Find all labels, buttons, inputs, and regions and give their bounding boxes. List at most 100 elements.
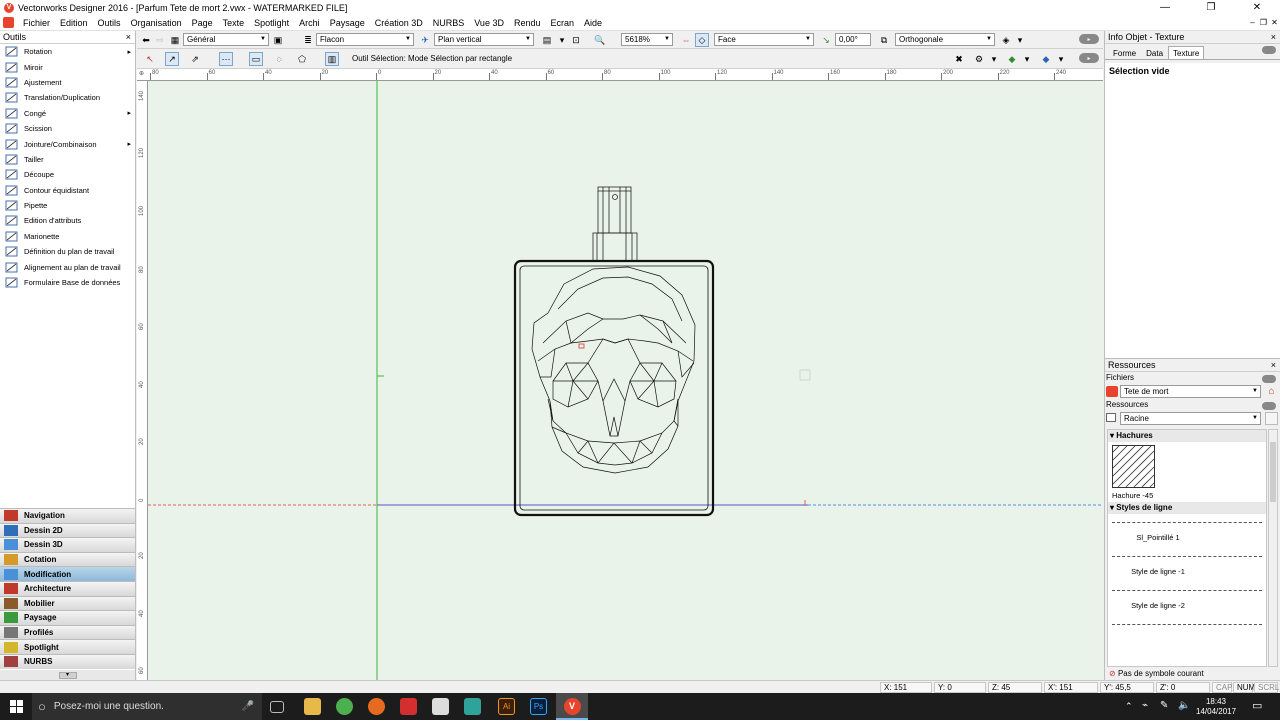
hatch-thumbnail[interactable]	[1111, 444, 1156, 489]
mode-collapse-toggle-icon[interactable]: ▸	[1079, 53, 1099, 63]
mdi-close-button[interactable]: ✕	[1269, 15, 1280, 31]
file-explorer-icon[interactable]	[304, 698, 321, 715]
menu-paysage[interactable]: Paysage	[325, 18, 370, 28]
menu-archi[interactable]: Archi	[294, 18, 325, 28]
menu-aide[interactable]: Aide	[579, 18, 607, 28]
layer-visibility-dropdown-icon[interactable]: ▾	[1054, 52, 1068, 66]
snap-mode-icon[interactable]: ⋯	[219, 52, 233, 66]
inkscape-icon[interactable]	[432, 698, 449, 715]
cortana-search[interactable]: ○ Posez-moi une question. 🎤	[32, 693, 262, 720]
maximize-button[interactable]: ❐	[1188, 0, 1234, 15]
skull-drawing[interactable]	[531, 266, 696, 474]
multi-select-icon[interactable]: ⇗	[188, 52, 202, 66]
layer-dropdown[interactable]: Flacon ▼	[316, 33, 414, 46]
illustrator-icon[interactable]: Ai	[498, 698, 515, 715]
tool-item[interactable]: Découpe	[0, 167, 135, 182]
snap-icon[interactable]: ✖	[952, 52, 966, 66]
page-dropdown-icon[interactable]: ▾	[555, 33, 569, 47]
tool-item[interactable]: Rotation ▸	[0, 44, 135, 59]
selection-tool-icon[interactable]: ↖	[143, 52, 157, 66]
tool-item[interactable]: Edition d'attributs	[0, 213, 135, 228]
tools-panel-close-button[interactable]: ×	[126, 31, 131, 44]
info-panel-close-button[interactable]: ×	[1271, 31, 1276, 44]
palette-architecture[interactable]: Architecture	[0, 580, 135, 596]
folder-dropdown[interactable]: Racine ▼	[1120, 412, 1261, 425]
standard-views-icon[interactable]: ◈	[999, 33, 1013, 47]
menu-texte[interactable]: Texte	[218, 18, 250, 28]
palette-nurbs[interactable]: NURBS	[0, 653, 135, 669]
mdi-restore-button[interactable]: ❐	[1258, 15, 1269, 31]
tool-item[interactable]: Marionette	[0, 229, 135, 244]
menu-edition[interactable]: Edition	[55, 18, 93, 28]
menu-vue-3d[interactable]: Vue 3D	[469, 18, 509, 28]
selection-handle[interactable]	[578, 343, 585, 349]
tray-chevron-icon[interactable]: ⌃	[1125, 701, 1133, 712]
visibility-dropdown-icon[interactable]: ▾	[1020, 52, 1034, 66]
windows-start-icon[interactable]	[10, 700, 23, 713]
flyover-icon[interactable]: ⇔	[679, 33, 693, 47]
ruler-origin-icon[interactable]: ⊕	[139, 70, 144, 77]
section-header-hachures[interactable]: ▾ Hachures	[1108, 430, 1266, 442]
projection-dropdown[interactable]: Orthogonale ▼	[895, 33, 995, 46]
tool-item[interactable]: Contour équidistant	[0, 183, 135, 198]
tool-item[interactable]: Formulaire Base de données	[0, 275, 135, 290]
layer-visibility-icon[interactable]: ◆	[1039, 52, 1053, 66]
views-dropdown-icon[interactable]: ▾	[1013, 33, 1027, 47]
palette-scroll-down[interactable]: ▾	[0, 670, 135, 680]
page-setup-icon[interactable]: ▤	[540, 33, 554, 47]
palette-mobilier[interactable]: Mobilier	[0, 595, 135, 611]
pen-icon[interactable]: ✎	[1160, 700, 1168, 711]
tool-item[interactable]: Définition du plan de travail	[0, 244, 135, 259]
tool-item[interactable]: Alignement au plan de travail	[0, 259, 135, 274]
tab-forme[interactable]: Forme	[1108, 46, 1141, 59]
view-plane-icon[interactable]: ✈	[418, 33, 432, 47]
menu-fichier[interactable]: Fichier	[18, 18, 55, 28]
collapse-toggle-icon[interactable]: ▸	[1079, 34, 1099, 44]
menu-nurbs[interactable]: NURBS	[428, 18, 470, 28]
close-button[interactable]: ✕	[1234, 0, 1280, 15]
palette-spotlight[interactable]: Spotlight	[0, 639, 135, 654]
zoom-icon[interactable]: 🔍	[593, 33, 607, 47]
resources-toggle-icon[interactable]	[1262, 402, 1276, 410]
vectorworks-task-active[interactable]: V	[556, 693, 588, 720]
home-icon[interactable]: ⌂	[1265, 385, 1278, 398]
tool-item[interactable]: Tailler	[0, 152, 135, 167]
back-arrow-icon[interactable]: ⬅	[139, 33, 153, 47]
tool-item[interactable]: Ajustement	[0, 75, 135, 90]
chrome-icon[interactable]	[336, 698, 353, 715]
microphone-icon[interactable]: 🎤	[242, 701, 254, 712]
sketchup-icon[interactable]	[464, 698, 481, 715]
menu-page[interactable]: Page	[187, 18, 218, 28]
tool-item[interactable]: Translation/Duplication	[0, 90, 135, 105]
resources-panel-close-button[interactable]: ×	[1271, 359, 1276, 372]
menu-spotlight[interactable]: Spotlight	[249, 18, 294, 28]
layer-icon[interactable]: ≣	[301, 33, 315, 47]
new-resource-icon[interactable]	[1265, 412, 1278, 425]
tool-preferences-icon[interactable]: ▥	[325, 52, 339, 66]
zoom-fit-icon[interactable]: ⊡	[569, 33, 583, 47]
class-options-icon[interactable]: ▣	[271, 33, 285, 47]
tool-item[interactable]: Miroir	[0, 59, 135, 74]
palette-navigation[interactable]: Navigation	[0, 508, 135, 523]
line-style-preview-3[interactable]	[1112, 590, 1262, 591]
tab-data[interactable]: Data	[1141, 46, 1168, 59]
firefox-icon[interactable]	[368, 698, 385, 715]
line-style-preview-1[interactable]	[1112, 522, 1262, 523]
files-toggle-icon[interactable]	[1262, 375, 1276, 383]
line-style-preview-2[interactable]	[1112, 556, 1262, 557]
resource-scrollbar[interactable]	[1268, 429, 1278, 667]
zoom-field[interactable]: 5618% ▼	[621, 33, 673, 46]
gear-dropdown-icon[interactable]: ▾	[987, 52, 1001, 66]
task-view-icon[interactable]	[270, 701, 284, 713]
section-header-styles[interactable]: ▾ Styles de ligne	[1108, 502, 1266, 514]
drawing-canvas[interactable]	[148, 81, 1103, 680]
gear-icon[interactable]: ⚙	[972, 52, 986, 66]
clock[interactable]: 18:43 14/04/2017	[1196, 697, 1236, 717]
class-icon[interactable]: ▦	[168, 33, 182, 47]
projection-icon[interactable]: ⧉	[877, 33, 891, 47]
visibility-icon[interactable]: ◆	[1005, 52, 1019, 66]
palette-dessin-3d[interactable]: Dessin 3D	[0, 537, 135, 552]
render-dropdown[interactable]: Face ▼	[714, 33, 814, 46]
minimize-button[interactable]: —	[1142, 0, 1188, 15]
scrollbar-thumb[interactable]	[1270, 442, 1276, 502]
